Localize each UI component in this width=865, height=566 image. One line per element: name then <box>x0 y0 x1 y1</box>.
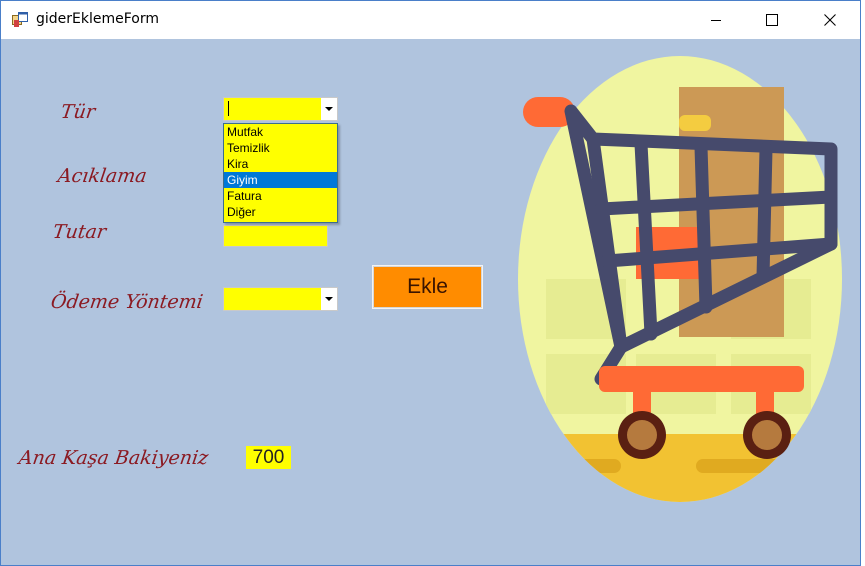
chevron-down-icon <box>325 296 333 301</box>
chevron-down-icon <box>325 106 333 111</box>
dropdown-option[interactable]: Temizlik <box>224 140 337 156</box>
ekle-button[interactable]: Ekle <box>372 265 483 309</box>
tutar-input[interactable] <box>223 225 328 247</box>
maximize-button[interactable] <box>743 1 801 39</box>
title-bar[interactable]: giderEklemeForm <box>1 1 860 39</box>
close-icon <box>824 14 836 26</box>
dropdown-option[interactable]: Diğer <box>224 204 337 220</box>
tur-dropdown-list[interactable]: Mutfak Temizlik Kira Giyim Fatura Diğer <box>223 123 338 223</box>
odeme-yontemi-label: Ödeme Yöntemi <box>49 291 205 313</box>
window-title: giderEklemeForm <box>36 11 160 27</box>
aciklama-label: Acıklama <box>56 165 149 187</box>
minimize-button[interactable] <box>687 1 745 39</box>
tur-label: Tür <box>59 101 97 123</box>
dropdown-option[interactable]: Mutfak <box>224 124 337 140</box>
balance-label: Ana Kaşa Bakiyeniz <box>17 447 210 469</box>
tutar-label: Tutar <box>51 221 108 243</box>
dropdown-option[interactable]: Kira <box>224 156 337 172</box>
odeme-yontemi-combobox[interactable] <box>223 287 338 311</box>
dropdown-option[interactable]: Fatura <box>224 188 337 204</box>
shopping-cart-illustration <box>518 56 842 502</box>
dropdown-option-highlighted[interactable]: Giyim <box>224 172 337 188</box>
odeme-dropdown-button[interactable] <box>321 288 337 310</box>
balance-value: 700 <box>246 446 291 469</box>
tur-combobox[interactable] <box>223 97 338 121</box>
tur-dropdown-button[interactable] <box>321 98 337 120</box>
form-client-area: Tür Acıklama Tutar Ödeme Yöntemi Ana Kaş… <box>1 39 860 565</box>
text-caret <box>228 101 229 116</box>
app-form-icon <box>12 12 28 28</box>
minimize-icon <box>711 20 721 21</box>
close-button[interactable] <box>801 1 859 39</box>
maximize-icon <box>766 14 778 26</box>
app-window: giderEklemeForm Tür Acıklama Tutar Ödeme… <box>0 0 861 566</box>
